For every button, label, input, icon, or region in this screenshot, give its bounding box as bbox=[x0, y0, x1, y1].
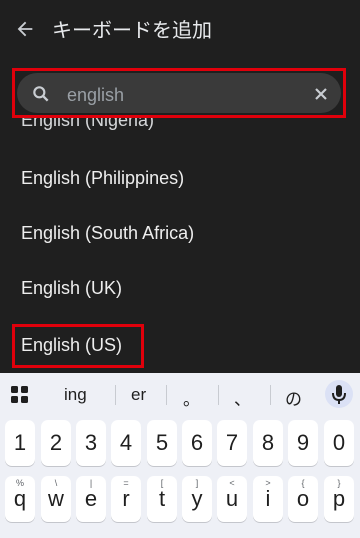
list-item[interactable]: English (Philippines) bbox=[0, 153, 360, 208]
suggestion-bar: ing er 。 、 の bbox=[0, 373, 360, 417]
divider bbox=[270, 385, 271, 405]
key-i[interactable]: > i bbox=[253, 476, 283, 522]
list-item-label: English (Philippines) bbox=[21, 168, 185, 188]
key-hint: % bbox=[15, 478, 24, 488]
list-item[interactable]: English (UK) bbox=[0, 263, 360, 318]
page-title: キーボードを追加 bbox=[52, 18, 212, 42]
key-hint: | bbox=[89, 478, 93, 488]
list-item-partial[interactable]: English (Nigeria) bbox=[21, 118, 154, 131]
qwerty-row: % q \ w | e = r [t ] y < u > i {o } p bbox=[0, 476, 360, 526]
search-icon bbox=[33, 86, 49, 102]
suggestion-item[interactable]: 、 bbox=[234, 385, 251, 410]
language-list: English (Nigeria) English (Philippines) … bbox=[0, 118, 360, 373]
suggestion-item[interactable]: ing bbox=[64, 385, 87, 405]
key-hint: { bbox=[301, 478, 305, 488]
suggestion-item[interactable]: の bbox=[285, 385, 302, 410]
divider bbox=[218, 385, 219, 405]
key-t[interactable]: [t bbox=[147, 476, 177, 522]
key-hint: > bbox=[265, 478, 271, 488]
key-hint: < bbox=[229, 478, 235, 488]
search-input[interactable] bbox=[65, 80, 289, 110]
divider bbox=[166, 385, 167, 405]
back-arrow-icon[interactable] bbox=[14, 18, 36, 40]
key-u[interactable]: < u bbox=[217, 476, 247, 522]
key-q[interactable]: % q bbox=[5, 476, 35, 522]
key-hint: [ bbox=[160, 478, 164, 488]
key-r[interactable]: = r bbox=[111, 476, 141, 522]
key-hint: ] bbox=[195, 478, 199, 488]
key-hint: = bbox=[123, 478, 129, 488]
key-w[interactable]: \ w bbox=[41, 476, 71, 522]
divider bbox=[115, 385, 116, 405]
key-o[interactable]: {o bbox=[288, 476, 318, 522]
key-e[interactable]: | e bbox=[76, 476, 106, 522]
list-item-label: English (US) bbox=[21, 335, 123, 355]
list-item[interactable]: English (South Africa) bbox=[0, 208, 360, 263]
microphone-icon[interactable] bbox=[325, 380, 353, 408]
close-icon[interactable] bbox=[311, 84, 331, 104]
list-item-english-us[interactable]: English (US) bbox=[12, 324, 144, 368]
key-y[interactable]: ] y bbox=[182, 476, 212, 522]
key-hint: \ bbox=[54, 478, 58, 488]
list-item-label: English (UK) bbox=[21, 278, 123, 298]
soft-keyboard: ing er 。 、 の 1 2 3 4 5 6 7 8 9 0 % q \ w |… bbox=[0, 373, 360, 538]
search-highlight-box bbox=[12, 68, 346, 118]
app-bar: キーボードを追加 bbox=[0, 0, 360, 60]
suggestion-item[interactable]: er bbox=[131, 385, 146, 405]
search-bar[interactable] bbox=[17, 73, 341, 113]
suggestion-item[interactable]: 。 bbox=[183, 385, 200, 410]
key-p[interactable]: } p bbox=[324, 476, 354, 522]
list-item-label: English (South Africa) bbox=[21, 223, 195, 243]
apps-grid-icon[interactable] bbox=[10, 385, 30, 405]
key-hint: } bbox=[337, 478, 341, 488]
